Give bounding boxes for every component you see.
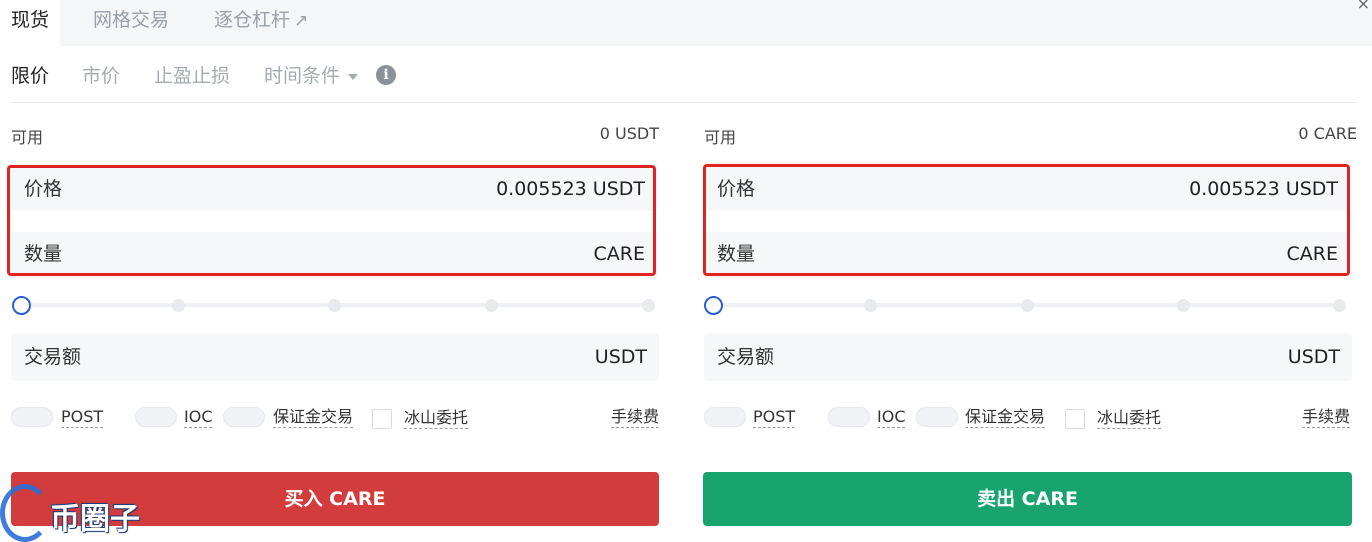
sell-button[interactable]: 卖出 CARE (703, 472, 1352, 526)
post-toggle[interactable] (11, 407, 53, 427)
post-toggle[interactable] (704, 407, 746, 427)
margin-label[interactable]: 保证金交易 (273, 407, 354, 428)
buy-total-unit: USDT (594, 346, 647, 368)
highlight-box (7, 165, 656, 276)
iceberg-checkbox[interactable] (1065, 409, 1085, 429)
ioc-toggle[interactable] (135, 407, 177, 427)
sell-total-label: 交易额 (717, 346, 775, 368)
iceberg-label[interactable]: 冰山委托 (404, 408, 469, 429)
margin-label[interactable]: 保证金交易 (965, 407, 1046, 428)
fee-link[interactable]: 手续费 (1302, 407, 1351, 428)
slider-handle[interactable] (704, 296, 723, 315)
fee-link[interactable]: 手续费 (611, 407, 660, 428)
margin-toggle[interactable] (223, 407, 265, 427)
slider-mark-100[interactable] (642, 299, 655, 312)
highlight-box (703, 164, 1350, 276)
sell-available-value: 0 CARE (1298, 124, 1357, 143)
buy-available-value: 0 USDT (599, 124, 659, 143)
iceberg-checkbox[interactable] (372, 409, 392, 429)
slider-mark-50[interactable] (1021, 299, 1034, 312)
sell-total-field[interactable]: 交易额 USDT (704, 333, 1352, 381)
slider-handle[interactable] (12, 296, 31, 315)
slider-mark-75[interactable] (1177, 299, 1190, 312)
ioc-label[interactable]: IOC (877, 407, 906, 428)
slider-mark-25[interactable] (172, 299, 185, 312)
slider-mark-100[interactable] (1333, 299, 1346, 312)
buy-total-field[interactable]: 交易额 USDT (11, 333, 659, 381)
watermark-text: 币圈子 (50, 502, 140, 537)
close-icon[interactable]: × (1357, 0, 1370, 13)
watermark-logo-icon (0, 484, 50, 542)
buy-available-label: 可用 (11, 128, 44, 147)
post-label[interactable]: POST (61, 407, 104, 428)
ioc-toggle[interactable] (828, 407, 870, 427)
sell-available-label: 可用 (704, 128, 737, 147)
slider-mark-75[interactable] (485, 299, 498, 312)
slider-mark-25[interactable] (864, 299, 877, 312)
post-label[interactable]: POST (753, 407, 796, 428)
iceberg-label[interactable]: 冰山委托 (1097, 408, 1162, 429)
buy-panel: 可用 0 USDT 价格 0.005523 USDT 数量 CARE 交易额 U… (7, 0, 661, 542)
ioc-label[interactable]: IOC (184, 407, 213, 428)
sell-panel: 可用 0 CARE 价格 0.005523 USDT 数量 CARE 交易额 U… (703, 0, 1357, 542)
slider-mark-50[interactable] (328, 299, 341, 312)
margin-toggle[interactable] (916, 407, 958, 427)
sell-total-unit: USDT (1287, 346, 1340, 368)
buy-total-label: 交易额 (24, 346, 82, 368)
